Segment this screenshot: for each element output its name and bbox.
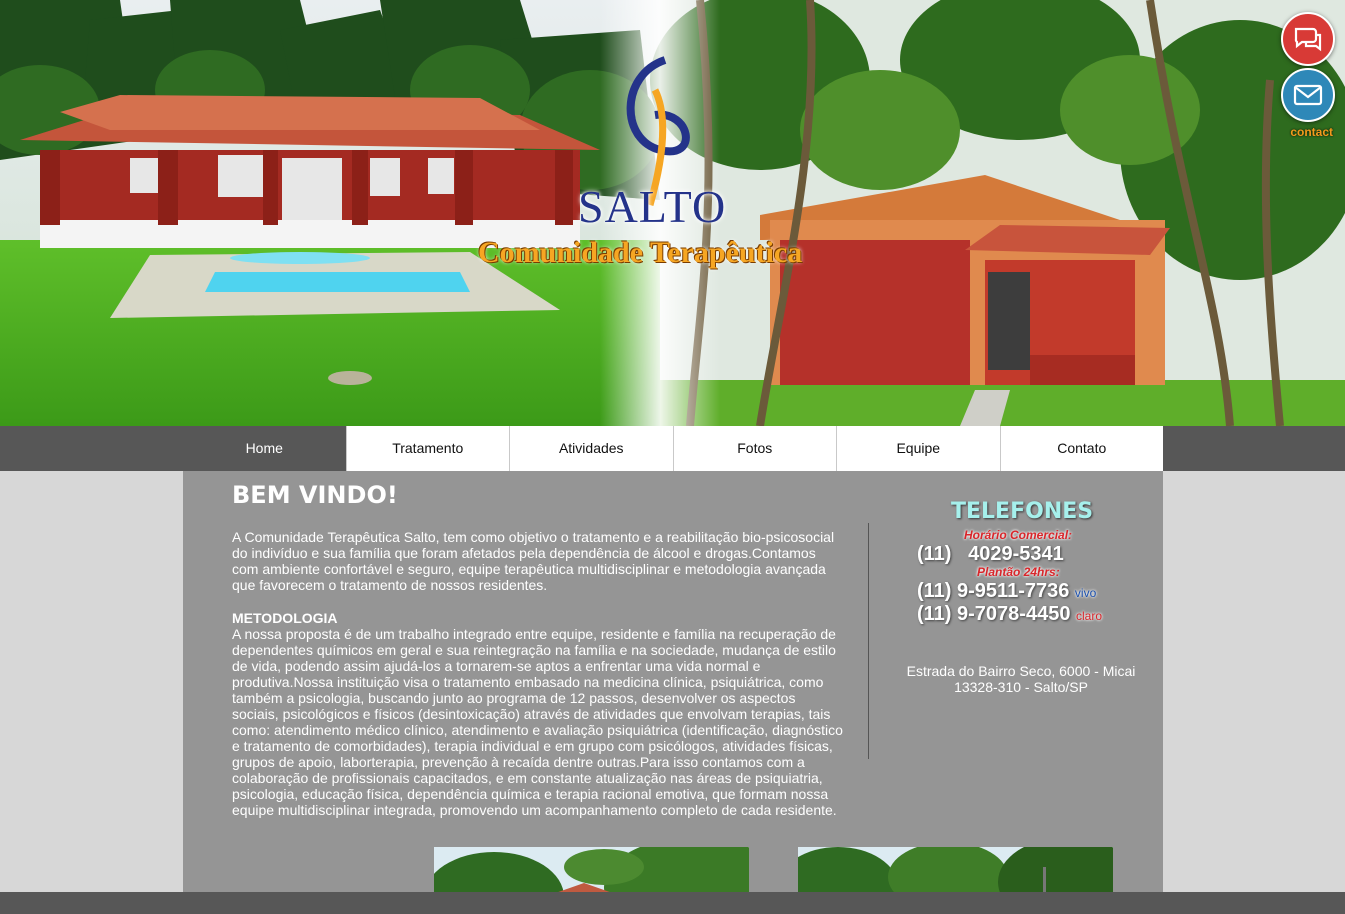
email-button[interactable] [1281,68,1335,122]
phone-number: 4029-5341 [968,543,1064,565]
address-line: Estrada do Bairro Seco, 6000 - Micai [906,663,1136,679]
methodology-paragraph: A nossa proposta é de um trabalho integr… [232,626,843,818]
logo-subtitle: Comunidade Terapêutica [478,236,803,269]
nav-fotos[interactable]: Fotos [672,426,836,471]
nav-home[interactable]: Home [183,426,346,471]
phones-heading: TELEFONES [951,499,1094,524]
nav-atividades[interactable]: Atividades [509,426,673,471]
carrier-badge: vivo [1074,586,1097,600]
address-line: 13328-310 - Salto/SP [954,679,1088,695]
nav-tratamento[interactable]: Tratamento [345,426,509,471]
contact-widget-label[interactable]: contact [1290,125,1333,139]
phone-commercial[interactable]: (11) 4029-5341 [917,543,1064,566]
navigation-bar: Home Tratamento Atividades Fotos Equipe … [0,426,1345,471]
phone-number: (11) 9-9511-7736 [917,580,1070,602]
carrier-badge: claro [1076,609,1103,623]
hero-banner: SALTO Comunidade Terapêutica contact [0,0,1345,426]
phone-ddd: (11) [917,543,952,565]
mail-icon [1293,84,1323,106]
phone-mobile-vivo[interactable]: (11) 9-9511-7736 vivo [917,580,1096,603]
duty-hours-label: Plantão 24hrs: [977,565,1060,579]
commercial-hours-label: Horário Comercial: [964,528,1073,542]
footer-bar [0,892,1345,914]
main-content: BEM VINDO! A Comunidade Terapêutica Salt… [183,471,1163,914]
page-title: BEM VINDO! [232,481,398,509]
address: Estrada do Bairro Seco, 6000 - Micai 133… [901,663,1141,695]
methodology-heading: METODOLOGIA [232,610,338,626]
main-menu: Home Tratamento Atividades Fotos Equipe … [183,426,1163,471]
column-divider [868,523,869,759]
phone-mobile-claro[interactable]: (11) 9-7078-4450 claro [917,603,1102,626]
intro-paragraph: A Comunidade Terapêutica Salto, tem como… [232,529,835,593]
chat-icon [1294,27,1322,52]
phone-number: (11) 9-7078-4450 [917,603,1071,625]
logo-wordmark: SALTO [578,181,727,232]
nav-equipe[interactable]: Equipe [836,426,1000,471]
chat-button[interactable] [1281,12,1335,66]
nav-contato[interactable]: Contato [999,426,1163,471]
